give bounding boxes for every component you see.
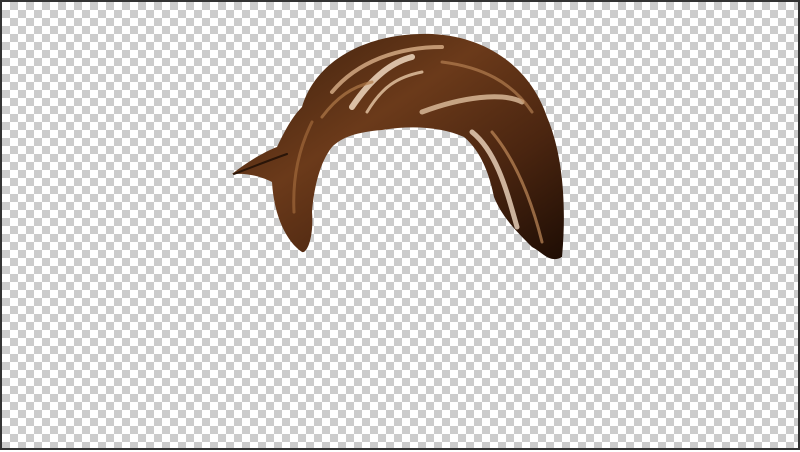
transparent-canvas	[0, 0, 800, 450]
hair-image	[232, 33, 564, 260]
